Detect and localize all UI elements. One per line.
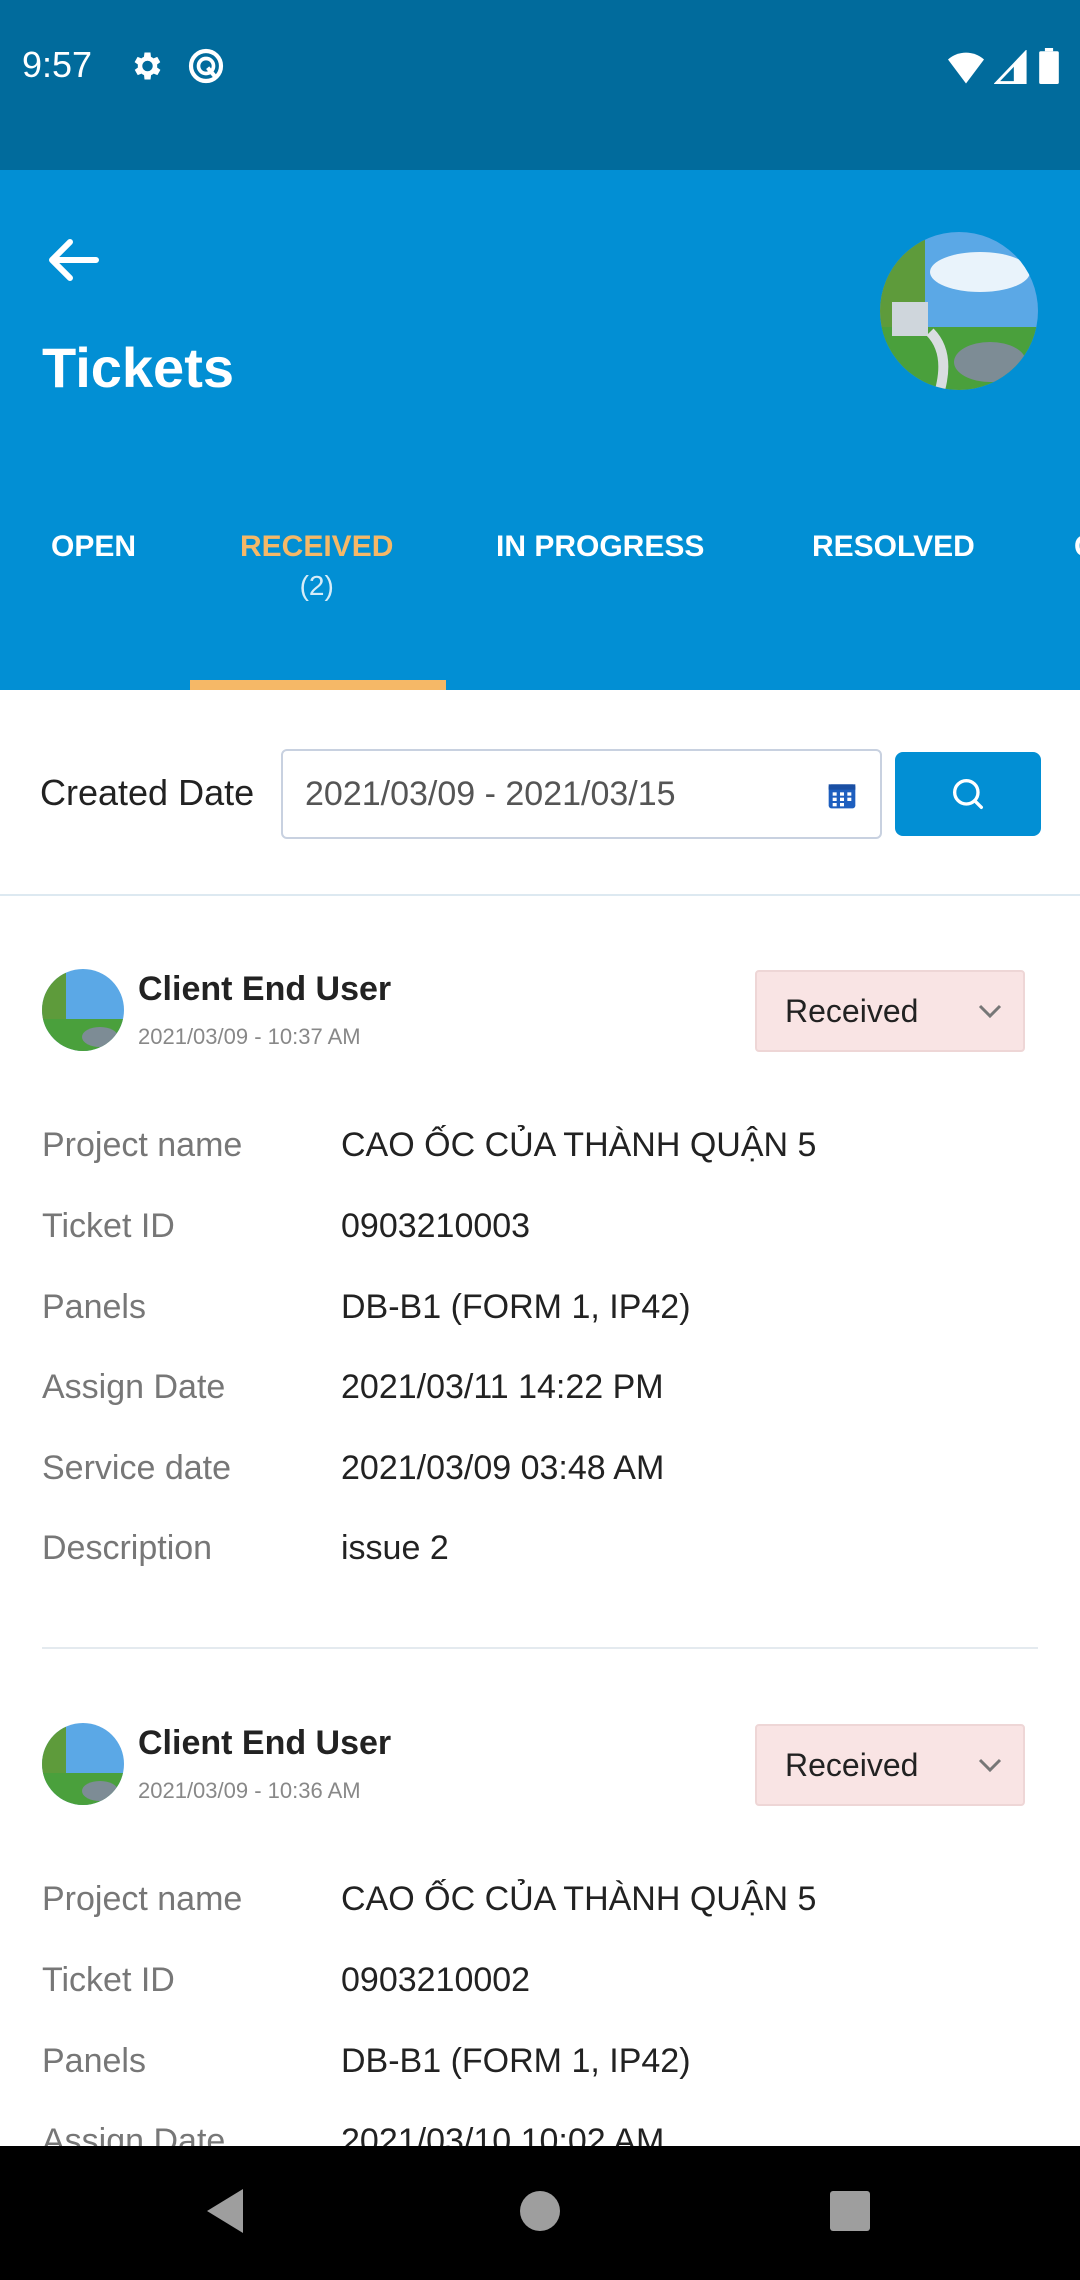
field-label: Service date	[42, 1449, 231, 1487]
ticket-card[interactable]: Client End User 2021/03/09 - 10:36 AM Re…	[0, 1650, 1080, 2146]
field-label: Assign Date	[42, 2122, 226, 2146]
tab-label: IN PROGRESS	[496, 530, 705, 563]
tab-label: C	[1074, 530, 1080, 563]
date-filter: Created Date 2021/03/09 - 2021/03/15	[0, 690, 1080, 896]
chevron-down-icon	[978, 1004, 1002, 1019]
back-arrow-icon[interactable]	[40, 230, 110, 290]
chevron-down-icon	[978, 1758, 1002, 1773]
battery-icon	[1039, 48, 1059, 84]
cellular-signal-icon	[994, 50, 1027, 84]
field-value: CAO ỐC CỦA THÀNH QUẬN 5	[341, 1126, 817, 1164]
calendar-icon[interactable]	[826, 779, 858, 811]
status-dropdown[interactable]: Received	[755, 970, 1025, 1052]
field-label: Project name	[42, 1880, 243, 1918]
field-project-name: Project name CAO ỐC CỦA THÀNH QUẬN 5	[0, 1880, 1080, 1940]
field-label: Panels	[42, 1288, 146, 1326]
field-label: Assign Date	[42, 1368, 226, 1406]
nav-recents-icon[interactable]	[820, 2181, 880, 2241]
ticket-avatar	[42, 969, 124, 1051]
tab-open[interactable]: OPEN	[51, 530, 136, 564]
tab-resolved[interactable]: RESOLVED	[812, 530, 975, 564]
field-project-name: Project name CAO ỐC CỦA THÀNH QUẬN 5	[0, 1126, 1080, 1186]
tab-partial[interactable]: C	[1074, 530, 1080, 564]
field-value: 2021/03/11 14:22 PM	[341, 1368, 664, 1406]
field-label: Project name	[42, 1126, 243, 1164]
field-value: 0903210003	[341, 1207, 531, 1245]
field-label: Ticket ID	[42, 1207, 175, 1245]
ticket-created-time: 2021/03/09 - 10:37 AM	[138, 1024, 361, 1049]
ticket-divider	[42, 1647, 1038, 1649]
field-label: Ticket ID	[42, 1961, 175, 1999]
nav-back-icon[interactable]	[195, 2181, 255, 2241]
status-dropdown[interactable]: Received	[755, 1724, 1025, 1806]
android-q-icon	[188, 48, 224, 84]
status-value: Received	[785, 1746, 919, 1783]
ticket-user-name: Client End User	[138, 970, 392, 1008]
field-label: Description	[42, 1529, 213, 1567]
field-value: CAO ỐC CỦA THÀNH QUẬN 5	[341, 1880, 817, 1918]
tab-received[interactable]: RECEIVED (2)	[240, 530, 393, 602]
field-ticket-id: Ticket ID 0903210003	[0, 1207, 1080, 1267]
field-value: 2021/03/09 03:48 AM	[341, 1449, 665, 1487]
tab-count: (2)	[299, 570, 334, 601]
field-service-date: Service date 2021/03/09 03:48 AM	[0, 1449, 1080, 1509]
status-value: Received	[785, 992, 919, 1029]
wifi-icon	[948, 52, 984, 84]
status-time: 9:57	[22, 44, 93, 85]
field-description: Description issue 2	[0, 1529, 1080, 1589]
status-bar: 9:57	[0, 0, 1080, 170]
field-value: DB-B1 (FORM 1, IP42)	[341, 2042, 691, 2080]
field-label: Panels	[42, 2042, 146, 2080]
search-button[interactable]	[895, 752, 1041, 836]
field-assign-date: Assign Date 2021/03/11 14:22 PM	[0, 1368, 1080, 1428]
search-icon	[953, 779, 983, 809]
tab-label: RECEIVED	[240, 530, 394, 563]
field-panels: Panels DB-B1 (FORM 1, IP42)	[0, 2042, 1080, 2102]
field-value: 0903210002	[341, 1961, 531, 1999]
tab-label: RESOLVED	[812, 530, 975, 563]
field-value: 2021/03/10 10:02 AM	[341, 2122, 665, 2146]
tab-label: OPEN	[51, 530, 137, 563]
user-avatar[interactable]	[880, 232, 1038, 390]
tab-bar: OPEN RECEIVED (2) IN PROGRESS RESOLVED C	[0, 530, 1080, 690]
status-icons	[948, 48, 1060, 84]
ticket-avatar	[42, 1723, 124, 1805]
settings-gear-icon	[134, 52, 161, 80]
ticket-created-time: 2021/03/09 - 10:36 AM	[138, 1778, 361, 1803]
nav-home-icon[interactable]	[510, 2181, 570, 2241]
app-header: Tickets OPEN RECEIVED (2) IN PROGRESS RE…	[0, 170, 1080, 690]
page-title: Tickets	[42, 336, 234, 399]
field-panels: Panels DB-B1 (FORM 1, IP42)	[0, 1288, 1080, 1348]
field-assign-date: Assign Date 2021/03/10 10:02 AM	[0, 2122, 1080, 2146]
date-range-input[interactable]: 2021/03/09 - 2021/03/15	[281, 749, 882, 839]
ticket-user-name: Client End User	[138, 1724, 392, 1762]
system-nav-bar	[0, 2146, 1080, 2280]
created-date-label: Created Date	[40, 772, 255, 813]
field-ticket-id: Ticket ID 0903210002	[0, 1961, 1080, 2021]
field-value: DB-B1 (FORM 1, IP42)	[341, 1288, 691, 1326]
tab-in-progress[interactable]: IN PROGRESS	[496, 530, 704, 564]
active-tab-indicator	[190, 680, 446, 690]
date-range-value: 2021/03/09 - 2021/03/15	[305, 774, 676, 813]
field-value: issue 2	[341, 1529, 449, 1567]
